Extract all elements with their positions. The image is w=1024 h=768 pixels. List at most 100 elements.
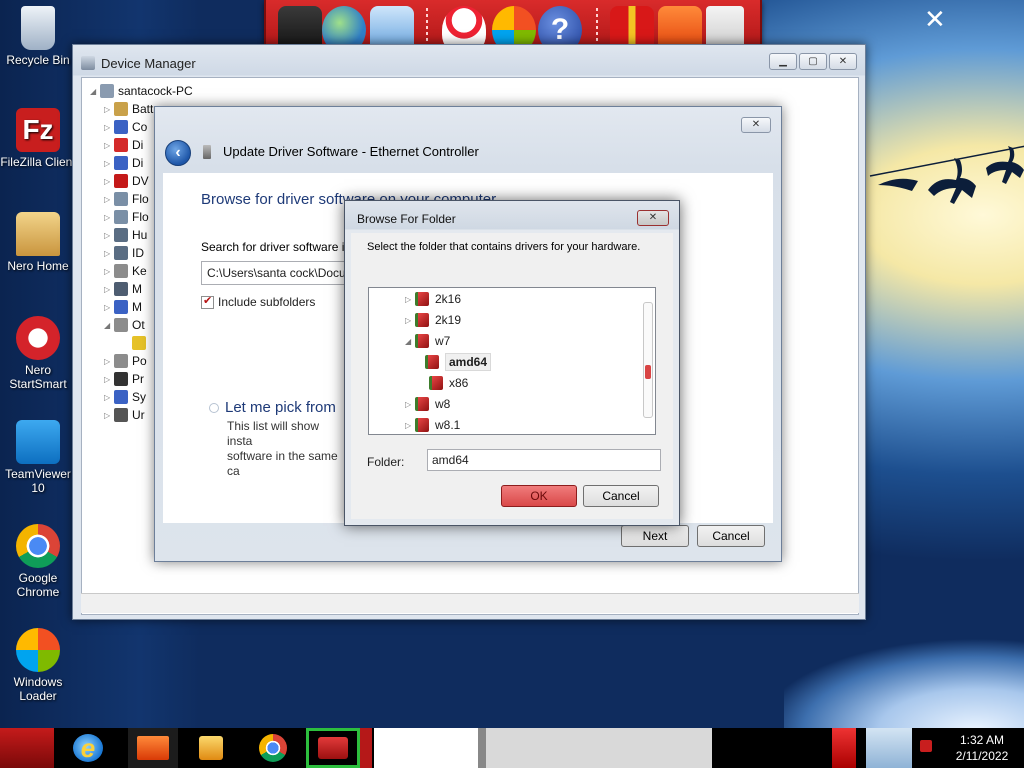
desktop-icon-nero-home[interactable]: Nero Home [0, 212, 76, 273]
pick-from-list-option[interactable]: Let me pick from [209, 399, 336, 416]
close-button[interactable]: ✕ [829, 53, 857, 70]
desktop-icon-label: FileZilla Client [0, 155, 76, 169]
taskbar-window-button[interactable] [486, 728, 712, 768]
cancel-button[interactable]: Cancel [583, 485, 659, 507]
folder-icon [415, 292, 429, 306]
tree-item-x86[interactable]: x86 [429, 373, 468, 393]
device-icon [114, 282, 128, 296]
device-category-label: M [132, 300, 142, 314]
expand-arrow-icon[interactable]: ▷ [104, 123, 114, 132]
tree-item-2k16[interactable]: ▷ 2k16 [405, 289, 461, 309]
media-player-icon[interactable] [186, 728, 236, 768]
nero-startsmart-icon [16, 316, 60, 360]
expand-arrow-icon[interactable]: ▷ [104, 375, 114, 384]
expand-arrow-icon[interactable]: ▷ [405, 316, 415, 325]
tree-item-amd64[interactable]: amd64 [425, 352, 492, 372]
expand-arrow-icon[interactable]: ▷ [104, 195, 114, 204]
expand-arrow-icon[interactable]: ▷ [104, 267, 114, 276]
cancel-button[interactable]: Cancel [697, 525, 765, 547]
desktop-icon-label: Nero StartSmart [9, 363, 67, 391]
clock-time: 1:32 AM [959, 733, 1005, 747]
expand-arrow-icon[interactable]: ▷ [104, 357, 114, 366]
tree-item-w7[interactable]: ◢ w7 [405, 331, 450, 351]
expand-arrow-icon[interactable]: ▷ [104, 393, 114, 402]
expand-arrow-icon[interactable]: ▷ [405, 421, 415, 430]
action-center-icon[interactable] [866, 728, 912, 768]
tree-root-label: santacock-PC [118, 84, 193, 98]
maximize-button[interactable]: ▢ [799, 53, 827, 70]
tray-icon[interactable] [832, 728, 856, 768]
device-category-label: DV [132, 174, 149, 188]
taskbar-divider [360, 728, 372, 768]
system-clock[interactable]: 1:32 AM 2/11/2022 [946, 732, 1018, 764]
option-description: This list will show insta software in th… [227, 419, 347, 479]
minimize-button[interactable]: ▁ [769, 53, 797, 70]
desktop-icon-filezilla[interactable]: Fz FileZilla Client [0, 108, 76, 169]
desktop-icon-teamviewer[interactable]: TeamViewer 10 [0, 420, 76, 495]
internet-explorer-icon[interactable]: e [66, 728, 110, 768]
ok-button[interactable]: OK [501, 485, 577, 507]
expand-arrow-icon[interactable]: ▷ [405, 295, 415, 304]
window-title: Update Driver Software - Ethernet Contro… [223, 144, 479, 159]
chrome-icon [16, 524, 60, 568]
device-category-label: ID [132, 246, 144, 260]
checkbox-box[interactable] [201, 294, 214, 309]
desktop-icon-recycle-bin[interactable]: Recycle Bin [0, 6, 76, 67]
tree-item-2k19[interactable]: ▷ 2k19 [405, 310, 461, 330]
device-category-label: Ke [132, 264, 147, 278]
expand-arrow-icon[interactable]: ▷ [104, 411, 114, 420]
driver-path-input[interactable]: C:\Users\santa cock\Docu [201, 261, 361, 285]
device-icon [114, 138, 128, 152]
tree-item-w8-1[interactable]: ▷ w8.1 [405, 415, 460, 434]
desktop-icon-chrome[interactable]: Google Chrome [0, 524, 76, 599]
dialog-body: Select the folder that contains drivers … [351, 233, 673, 519]
collapse-arrow-icon[interactable]: ◢ [90, 87, 100, 96]
expand-arrow-icon[interactable]: ▷ [104, 177, 114, 186]
taskbar-divider [478, 728, 486, 768]
file-explorer-icon[interactable] [128, 728, 178, 768]
computer-icon [100, 84, 114, 98]
next-button[interactable]: Next [621, 525, 689, 547]
close-button[interactable]: ✕ [637, 210, 669, 226]
device-icon [114, 408, 128, 422]
star-icon: ✕ [924, 4, 946, 34]
option-description-line: software in the same ca [227, 449, 338, 478]
folder-input[interactable]: amd64 [427, 449, 661, 471]
start-button[interactable] [0, 728, 54, 768]
include-subfolders-checkbox[interactable]: Include subfolders [201, 294, 315, 309]
expand-arrow-icon[interactable]: ▷ [104, 213, 114, 222]
tree-item-label: 2k19 [435, 313, 462, 327]
folder-icon [415, 334, 429, 348]
device-manager-icon [81, 56, 95, 70]
desktop-icon-nero-startsmart[interactable]: Nero StartSmart [0, 316, 76, 391]
taskbar-window-button[interactable] [374, 728, 478, 768]
back-arrow-icon[interactable]: ‹ [165, 140, 191, 166]
expand-arrow-icon[interactable]: ▷ [104, 285, 114, 294]
scrollbar-thumb[interactable] [645, 365, 651, 379]
expand-arrow-icon[interactable]: ▷ [405, 400, 415, 409]
chrome-taskbar-icon[interactable] [246, 728, 300, 768]
folder-icon [425, 355, 439, 369]
expand-arrow-icon[interactable]: ▷ [104, 303, 114, 312]
expand-arrow-icon[interactable]: ▷ [104, 159, 114, 168]
search-label: Search for driver software in [201, 240, 352, 254]
folder-icon [415, 313, 429, 327]
network-tray-icon[interactable] [914, 728, 938, 768]
device-category-label: M [132, 282, 142, 296]
vertical-scrollbar[interactable] [643, 302, 653, 418]
collapse-arrow-icon[interactable]: ◢ [104, 321, 114, 330]
folder-icon [415, 397, 429, 411]
expand-arrow-icon[interactable]: ▷ [104, 141, 114, 150]
device-icon [114, 372, 128, 386]
device-manager-taskbar-button[interactable] [306, 728, 360, 768]
tree-item-w8[interactable]: ▷ w8 [405, 394, 450, 414]
device-icon [114, 246, 128, 260]
option-description-line: This list will show insta [227, 419, 320, 448]
desktop-icon-windows-loader[interactable]: Windows Loader [0, 628, 76, 703]
collapse-arrow-icon[interactable]: ◢ [405, 337, 415, 346]
tree-root[interactable]: ◢ santacock-PC [90, 82, 193, 100]
expand-arrow-icon[interactable]: ▷ [104, 231, 114, 240]
expand-arrow-icon[interactable]: ▷ [104, 105, 114, 114]
close-button[interactable]: ✕ [741, 117, 771, 133]
expand-arrow-icon[interactable]: ▷ [104, 249, 114, 258]
